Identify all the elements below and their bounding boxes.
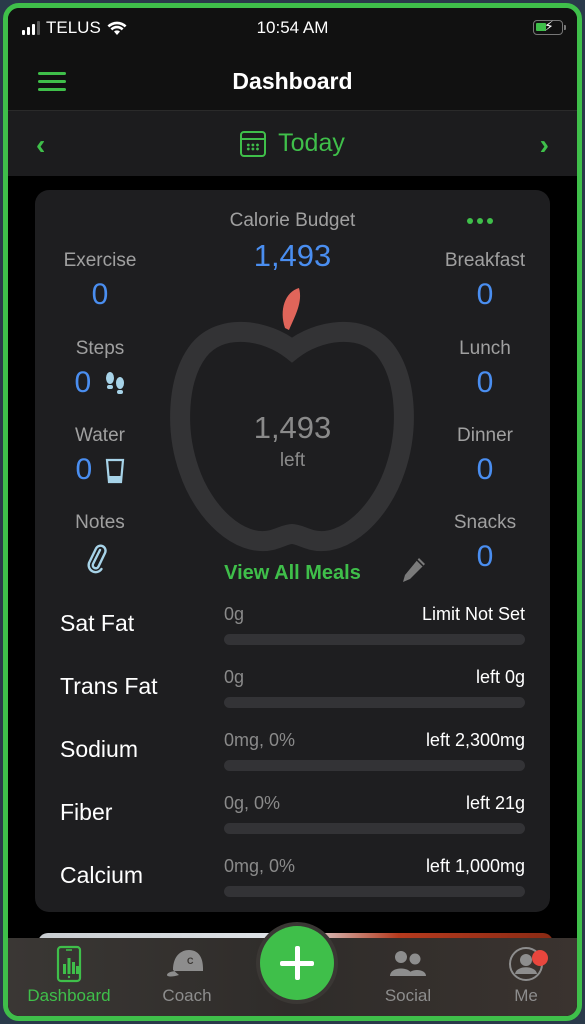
nutrient-row[interactable]: Trans Fat 0g left 0g <box>35 657 550 717</box>
paperclip-icon[interactable] <box>85 544 109 574</box>
tab-label: Coach <box>162 986 212 1005</box>
tab-label: Social <box>384 986 432 1005</box>
pencil-edit-icon[interactable] <box>401 556 427 584</box>
coach-cap-icon: C <box>167 950 203 977</box>
nutrient-used: 0mg, 0% <box>224 856 296 876</box>
calendar-icon <box>240 130 267 157</box>
tab-coach[interactable]: C Coach <box>132 944 242 1006</box>
tab-social[interactable]: Social <box>353 944 463 1006</box>
tab-bar: Dashboard C Coach Social Me <box>8 922 577 1016</box>
date-label: Today <box>278 129 345 157</box>
tab-me[interactable]: Me <box>471 944 577 1006</box>
clock: 10:54 AM <box>256 18 329 37</box>
nutrient-name: Fiber <box>60 799 113 825</box>
people-icon <box>390 951 426 976</box>
nutrient-progress-bar <box>224 823 525 834</box>
apple-stem-leaf <box>282 288 301 330</box>
nutrient-progress-bar <box>224 760 525 771</box>
nutrient-progress-bar <box>224 634 525 645</box>
calories-remaining-value: 1,493 <box>253 410 332 445</box>
summary-card: Calorie Budget 1,493 Exercise 0 Steps 0 … <box>35 190 550 912</box>
nutrient-used: 0g <box>224 604 245 624</box>
steps-value: 0 <box>74 366 92 399</box>
nutrient-row[interactable]: Sodium 0mg, 0% left 2,300mg <box>35 720 550 780</box>
snacks-label: Snacks <box>453 512 517 533</box>
nutrient-name: Trans Fat <box>60 673 158 699</box>
phone-frame: TELUS 10:54 AM ⚡ Dashboard ‹ Today › Cal… <box>3 3 582 1021</box>
breakfast-value[interactable]: 0 <box>420 278 550 312</box>
tab-label: Me <box>514 986 538 1005</box>
footsteps-icon <box>105 372 124 395</box>
nutrient-remaining: left 1,000mg <box>425 856 525 876</box>
nutrient-used: 0mg, 0% <box>224 730 296 750</box>
lunch-label: Lunch <box>459 338 511 359</box>
notes-label: Notes <box>75 512 125 533</box>
calorie-budget-value[interactable]: 1,493 <box>175 238 410 274</box>
view-all-meals-link[interactable]: View All Meals <box>175 562 410 585</box>
steps-stat[interactable]: 0 <box>35 366 165 400</box>
battery-charging-icon: ⚡ <box>533 18 566 35</box>
steps-label: Steps <box>75 338 125 359</box>
nutrient-row[interactable]: Sat Fat 0g Limit Not Set <box>35 594 550 654</box>
tab-dashboard[interactable]: Dashboard <box>14 944 124 1006</box>
water-glass-icon <box>105 458 124 484</box>
nutrient-progress-bar <box>224 886 525 897</box>
exercise-value[interactable]: 0 <box>35 278 165 312</box>
nutrient-remaining: left 0g <box>475 667 525 687</box>
svg-text:C: C <box>187 956 194 966</box>
breakfast-label: Breakfast <box>444 250 526 271</box>
nutrient-remaining: left 21g <box>465 793 525 813</box>
notification-badge <box>532 950 548 966</box>
nutrient-used: 0g <box>224 667 245 687</box>
nutrient-used: 0g, 0% <box>224 793 281 813</box>
nutrient-name: Calcium <box>60 862 144 888</box>
nutrient-remaining: Limit Not Set <box>421 604 525 624</box>
snacks-value[interactable]: 0 <box>420 540 550 574</box>
date-navigator: ‹ Today › <box>8 110 577 176</box>
exercise-label: Exercise <box>63 250 137 271</box>
dashboard-phone-chart-icon <box>56 945 82 983</box>
water-label: Water <box>75 425 125 446</box>
dinner-label: Dinner <box>457 425 513 446</box>
nutrient-name: Sodium <box>60 736 138 762</box>
nutrient-progress-bar <box>224 697 525 708</box>
status-bar: TELUS 10:54 AM ⚡ <box>8 8 577 52</box>
tab-label: Dashboard <box>27 986 111 1005</box>
nutrient-name: Sat Fat <box>60 610 135 636</box>
nutrient-row[interactable]: Fiber 0g, 0% left 21g <box>35 783 550 843</box>
nutrient-row[interactable]: Calcium 0mg, 0% left 1,000mg <box>35 846 550 906</box>
nutrient-remaining: left 2,300mg <box>425 730 525 750</box>
page-title: Dashboard <box>232 68 353 94</box>
calorie-budget-label: Calorie Budget <box>229 210 356 231</box>
dinner-value[interactable]: 0 <box>420 453 550 487</box>
water-value: 0 <box>75 453 93 486</box>
more-options-icon[interactable] <box>467 218 493 224</box>
app-header: Dashboard <box>8 52 577 110</box>
add-entry-button[interactable] <box>260 926 334 1000</box>
date-selector[interactable]: Today <box>8 129 577 158</box>
lunch-value[interactable]: 0 <box>420 366 550 400</box>
chevron-right-icon[interactable]: › <box>540 129 549 161</box>
calories-remaining-label: left <box>279 450 306 471</box>
water-stat[interactable]: 0 <box>35 453 165 487</box>
